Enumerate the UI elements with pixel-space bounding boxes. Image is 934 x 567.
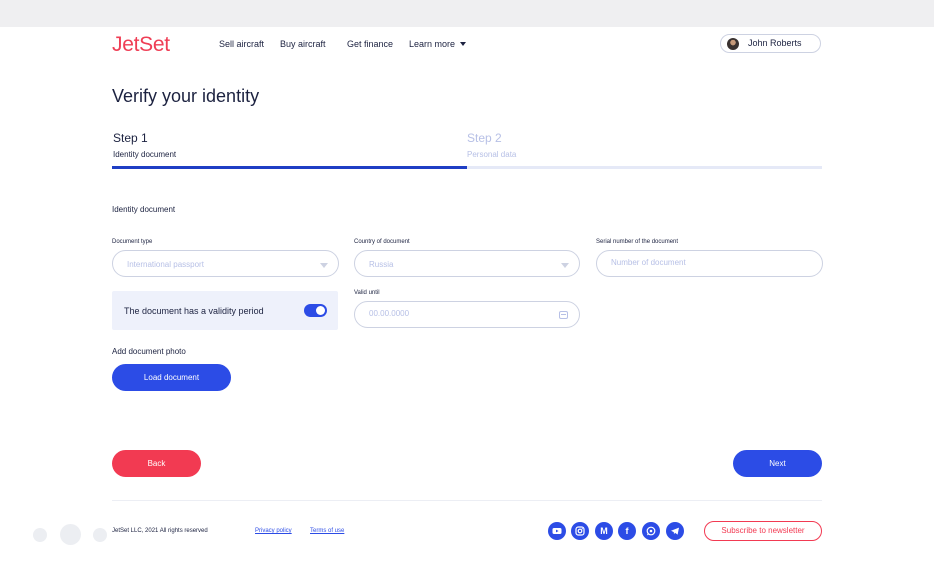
step-progress-track — [112, 166, 822, 169]
document-type-value: International passport — [127, 260, 204, 269]
copyright: JetSet LLC, 2021 All rights reserved — [112, 528, 208, 534]
validity-toggle-row: The document has a validity period — [112, 291, 338, 330]
step-1[interactable]: Step 1 Identity document — [113, 131, 176, 159]
country-value: Russia — [369, 260, 394, 269]
step-progress-fill — [112, 166, 467, 169]
valid-until-field — [354, 301, 580, 328]
step-2-sub: Personal data — [467, 150, 517, 159]
user-menu[interactable]: John Roberts — [720, 34, 821, 53]
country-label: Country of document — [354, 239, 410, 245]
step-1-label: Step 1 — [113, 131, 148, 145]
subscribe-newsletter-button[interactable]: Subscribe to newsletter — [704, 521, 822, 541]
validity-label: The document has a validity period — [124, 306, 264, 316]
pager-dot[interactable] — [93, 528, 107, 542]
privacy-policy-link[interactable]: Privacy policy — [255, 528, 292, 534]
section-title: Identity document — [112, 205, 176, 214]
whatsapp-icon[interactable] — [642, 522, 660, 540]
load-document-button[interactable]: Load document — [112, 364, 231, 391]
telegram-icon[interactable] — [666, 522, 684, 540]
avatar — [727, 38, 739, 50]
serial-input[interactable] — [611, 258, 791, 267]
pager-dot-active[interactable] — [60, 524, 81, 545]
browser-top-bar — [0, 0, 934, 27]
footer-divider — [112, 500, 822, 501]
user-name: John Roberts — [748, 38, 802, 48]
chevron-down-icon — [460, 42, 467, 46]
country-select[interactable]: Russia — [354, 250, 580, 277]
photo-label: Add document photo — [112, 347, 186, 356]
valid-until-input[interactable] — [369, 309, 549, 318]
chevron-down-icon — [320, 263, 328, 268]
back-button[interactable]: Back — [112, 450, 201, 477]
header: JetSet Sell aircraft Buy aircraft Get fi… — [0, 27, 934, 63]
nav-get-finance[interactable]: Get finance — [347, 39, 393, 49]
validity-toggle[interactable] — [304, 304, 327, 317]
serial-field — [596, 250, 823, 277]
document-type-select[interactable]: International passport — [112, 250, 339, 277]
youtube-icon[interactable] — [548, 522, 566, 540]
step-2-label: Step 2 — [467, 131, 502, 145]
nav-learn-more-label: Learn more — [409, 39, 456, 49]
toggle-knob — [316, 306, 325, 315]
valid-until-label: Valid until — [354, 290, 380, 296]
instagram-icon[interactable] — [571, 522, 589, 540]
document-type-label: Document type — [112, 239, 153, 245]
step-1-sub: Identity document — [113, 150, 177, 159]
step-2[interactable]: Step 2 Personal data — [467, 131, 516, 159]
facebook-icon[interactable]: f — [618, 522, 636, 540]
nav-buy-aircraft[interactable]: Buy aircraft — [280, 39, 326, 49]
pager-dot[interactable] — [33, 528, 47, 542]
terms-of-use-link[interactable]: Terms of use — [310, 528, 344, 534]
calendar-icon[interactable] — [559, 311, 568, 319]
logo[interactable]: JetSet — [112, 33, 170, 57]
page-title: Verify your identity — [112, 86, 260, 106]
serial-label: Serial number of the document — [596, 239, 679, 245]
nav-sell-aircraft[interactable]: Sell aircraft — [219, 39, 264, 49]
next-button[interactable]: Next — [733, 450, 822, 477]
medium-icon[interactable]: M — [595, 522, 613, 540]
chevron-down-icon — [561, 263, 569, 268]
nav-learn-more[interactable]: Learn more — [409, 39, 467, 49]
